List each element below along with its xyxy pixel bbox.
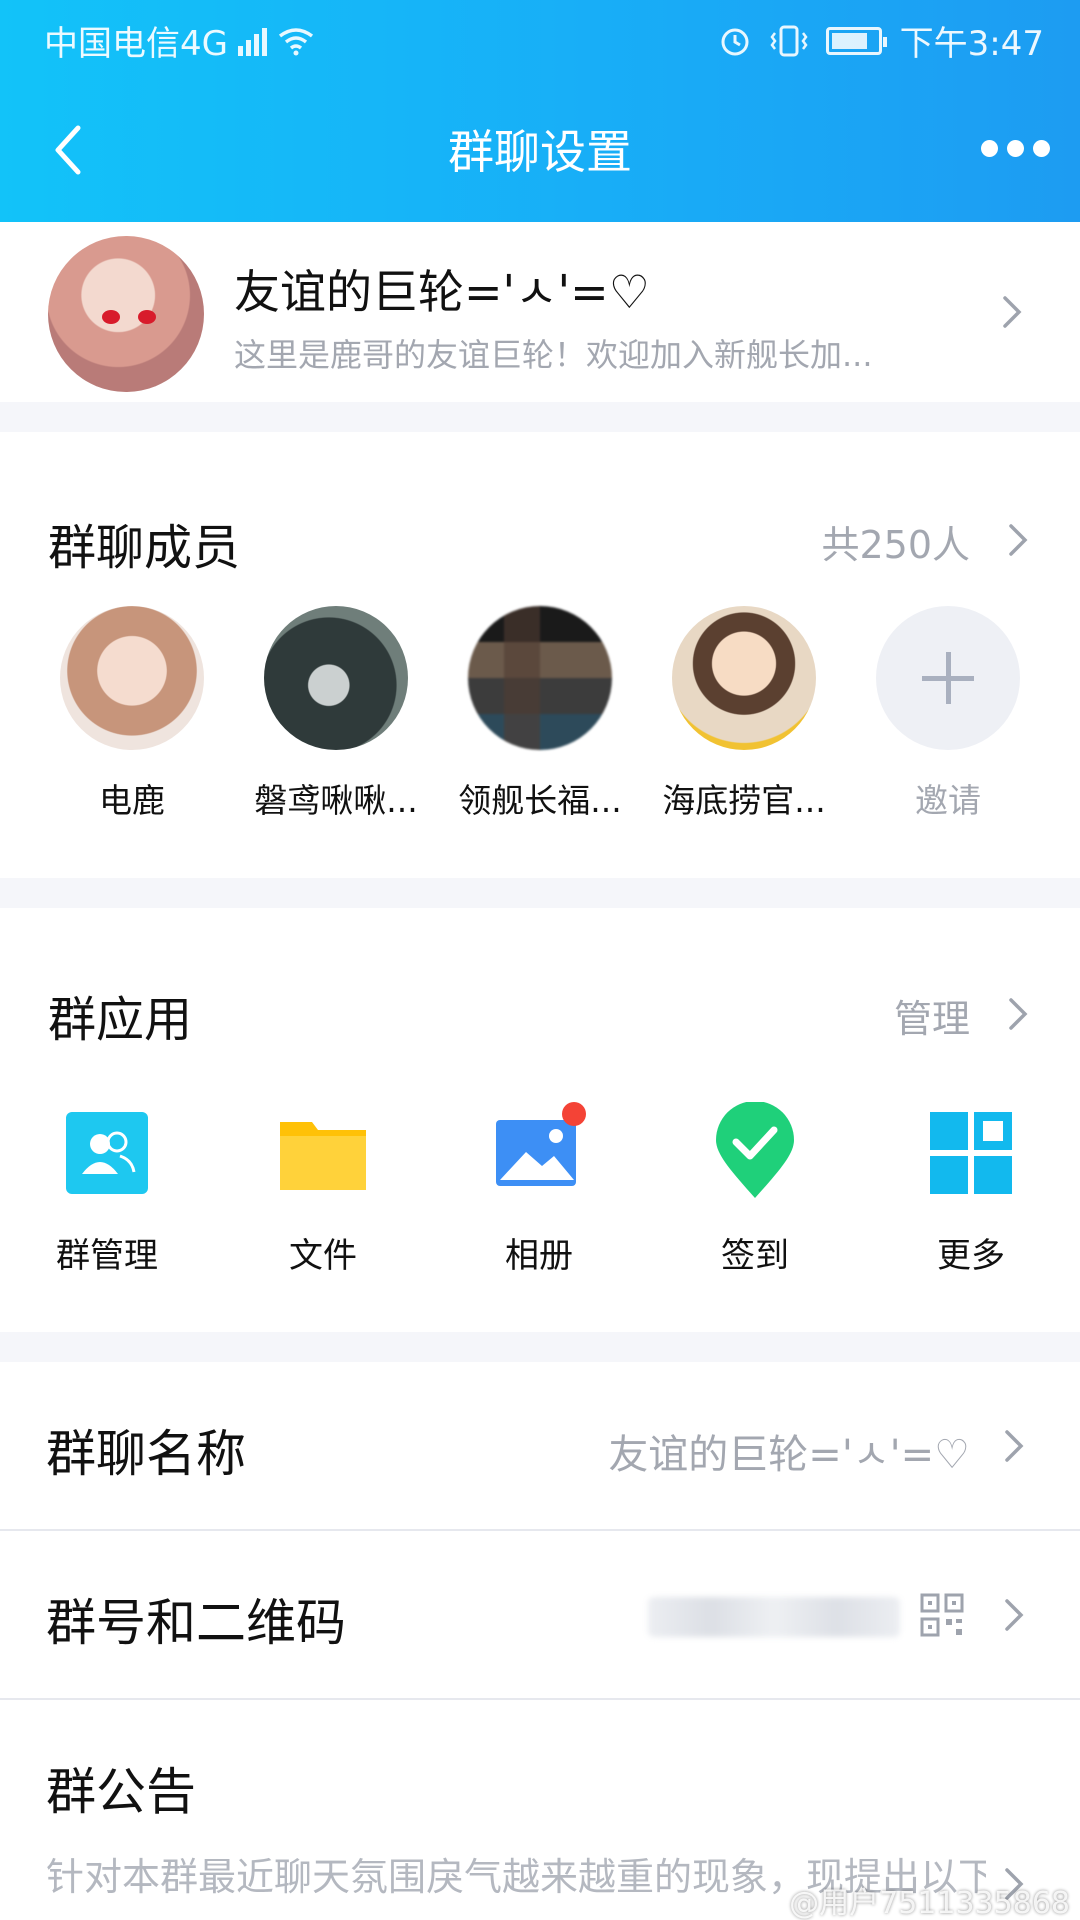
group-profile-card[interactable]: 友谊的巨轮='ㅅ'=♡ 这里是鹿哥的友谊巨轮！欢迎加入新舰长加... bbox=[0, 222, 1080, 402]
status-left: 中国电信4G bbox=[44, 16, 315, 65]
status-right: 下午3:47 bbox=[718, 16, 1044, 65]
battery-icon bbox=[825, 26, 887, 55]
member-name: 海底捞官... bbox=[662, 781, 826, 820]
app-label: 群管理 bbox=[56, 1236, 158, 1276]
group-avatar bbox=[48, 236, 204, 392]
app-checkin[interactable]: 签到 bbox=[680, 1101, 830, 1277]
chevron-right-icon[interactable] bbox=[1006, 522, 1030, 558]
avatar bbox=[264, 606, 408, 750]
member-name: 领舰长福... bbox=[458, 781, 622, 820]
member-item[interactable]: 磐鸢啾啾... bbox=[241, 606, 431, 822]
row-label: 群聊名称 bbox=[46, 1425, 246, 1483]
wifi-icon bbox=[278, 27, 314, 55]
group-apps-section: 群应用 管理 群管理 文件 相册 签到 更多 bbox=[0, 908, 1080, 1332]
member-item[interactable]: 领舰长福... bbox=[445, 606, 635, 822]
member-count[interactable]: 共250人 bbox=[821, 514, 970, 569]
page-title: 群聊设置 bbox=[448, 125, 632, 179]
chevron-right-icon bbox=[1005, 1599, 1024, 1631]
group-description: 这里是鹿哥的友谊巨轮！欢迎加入新舰长加... bbox=[234, 336, 873, 374]
alarm-icon bbox=[721, 28, 749, 55]
checkin-icon bbox=[710, 1101, 800, 1198]
member-item[interactable]: 电鹿 bbox=[37, 606, 227, 822]
row-label: 群公告 bbox=[46, 1763, 196, 1821]
row-group-name[interactable]: 群聊名称 友谊的巨轮='ㅅ'=♡ bbox=[0, 1362, 1080, 1530]
invite-label: 邀请 bbox=[915, 781, 981, 820]
status-time: 下午3:47 bbox=[899, 24, 1044, 64]
chevron-right-icon[interactable] bbox=[1006, 996, 1030, 1032]
app-grid: 群管理 文件 相册 签到 更多 bbox=[0, 1101, 1080, 1278]
signal-icon bbox=[237, 26, 267, 56]
members-section: 群聊成员 共250人 电鹿 磐鸢啾啾... 领舰长福... 海底捞官... 邀请 bbox=[0, 432, 1080, 878]
member-name: 电鹿 bbox=[99, 781, 165, 820]
avatar bbox=[468, 606, 612, 750]
plus-icon bbox=[876, 606, 1020, 750]
apps-title: 群应用 bbox=[48, 992, 193, 1048]
watermark: @用户7511335868 bbox=[789, 1886, 1070, 1920]
manage-link[interactable]: 管理 bbox=[894, 988, 970, 1043]
blurred-group-id bbox=[648, 1597, 900, 1637]
chevron-right-icon bbox=[1003, 296, 1022, 328]
members-title: 群聊成员 bbox=[48, 520, 241, 576]
app-album[interactable]: 相册 bbox=[464, 1102, 614, 1277]
app-label: 更多 bbox=[937, 1236, 1005, 1276]
member-list: 电鹿 磐鸢啾啾... 领舰长福... 海底捞官... 邀请 bbox=[0, 606, 1080, 820]
invite-button[interactable]: 邀请 bbox=[853, 606, 1043, 822]
vibrate-icon bbox=[770, 25, 808, 56]
chevron-right-icon bbox=[1005, 1430, 1024, 1462]
grid-more-icon bbox=[926, 1108, 1016, 1198]
app-group-manage[interactable]: 群管理 bbox=[32, 1108, 182, 1277]
row-group-id-qr[interactable]: 群号和二维码 bbox=[0, 1531, 1080, 1699]
app-label: 签到 bbox=[721, 1236, 789, 1276]
group-name-value: 友谊的巨轮='ㅅ'=♡ bbox=[608, 1432, 970, 1478]
app-label: 相册 bbox=[505, 1236, 573, 1276]
row-label: 群号和二维码 bbox=[46, 1594, 346, 1652]
carrier-label: 中国电信4G bbox=[44, 24, 228, 64]
member-name: 磐鸢啾啾... bbox=[254, 781, 418, 820]
album-icon bbox=[494, 1102, 586, 1198]
avatar bbox=[60, 606, 204, 750]
nav-bar: 群聊设置 bbox=[0, 90, 1080, 210]
member-item[interactable]: 海底捞官... bbox=[649, 606, 839, 822]
group-manage-icon bbox=[62, 1108, 152, 1198]
app-files[interactable]: 文件 bbox=[248, 1108, 398, 1277]
header-bar: 中国电信4G 下午3:47 群聊设置 bbox=[0, 0, 1080, 222]
folder-icon bbox=[278, 1108, 368, 1198]
status-bar: 中国电信4G 下午3:47 bbox=[0, 0, 1080, 72]
app-label: 文件 bbox=[289, 1236, 357, 1276]
qr-code-icon bbox=[920, 1593, 964, 1637]
app-more[interactable]: 更多 bbox=[896, 1108, 1046, 1277]
more-dots-icon[interactable] bbox=[981, 140, 1050, 157]
group-name: 友谊的巨轮='ㅅ'=♡ bbox=[234, 265, 650, 319]
avatar bbox=[672, 606, 816, 750]
